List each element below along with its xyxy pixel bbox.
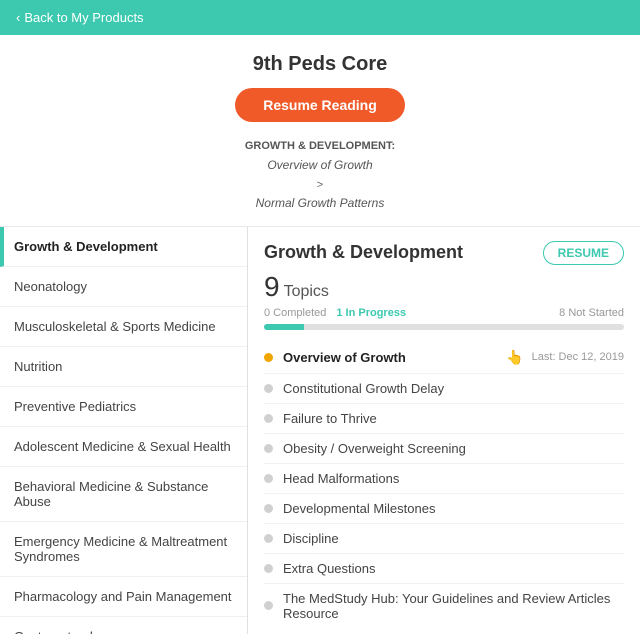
topic-name: Developmental Milestones [283,501,624,516]
completed-label: 0 Completed [264,307,326,319]
resume-small-button[interactable]: RESUME [543,241,624,265]
header-section: 9th Peds Core Resume Reading GROWTH & DE… [0,35,640,227]
main-content: Growth & Development Neonatology Musculo… [0,227,640,634]
progress-bar [264,324,624,330]
reading-italic: Overview of Growth [267,158,372,172]
panel-header: Growth & Development RESUME [264,241,624,265]
topic-item-developmental[interactable]: Developmental Milestones [264,494,624,524]
back-to-products-link[interactable]: ‹ Back to My Products [16,10,144,25]
reading-normal: Normal Growth Patterns [256,196,385,210]
sidebar-item-label: Preventive Pediatrics [14,399,136,414]
sidebar-item-preventive[interactable]: Preventive Pediatrics [0,387,247,427]
notstarted-label: 8 Not Started [559,307,624,319]
topic-item-extra[interactable]: Extra Questions [264,554,624,584]
sidebar-item-label: Neonatology [14,279,87,294]
sidebar-item-adolescent[interactable]: Adolescent Medicine & Sexual Health [0,427,247,467]
sidebar-item-emergency[interactable]: Emergency Medicine & Maltreatment Syndro… [0,522,247,577]
topics-row: 9 Topics [264,271,624,303]
progress-inprogress [264,324,304,330]
topic-item-failure[interactable]: Failure to Thrive [264,404,624,434]
sidebar-item-label: Musculoskeletal & Sports Medicine [14,319,216,334]
sidebar-item-growth[interactable]: Growth & Development [0,227,247,267]
resume-reading-button[interactable]: Resume Reading [235,88,405,122]
back-chevron-icon: ‹ [16,10,20,25]
topic-name: Failure to Thrive [283,411,624,426]
sidebar-item-nutrition[interactable]: Nutrition [0,347,247,387]
topics-label: Topics [284,283,329,301]
sidebar-item-label: Behavioral Medicine & Substance Abuse [14,479,208,509]
topic-dot-inprogress [264,353,273,362]
reading-bold: GROWTH & DEVELOPMENT: [245,140,395,152]
topic-name: Constitutional Growth Delay [283,381,624,396]
sidebar-item-pharmacology[interactable]: Pharmacology and Pain Management [0,577,247,617]
sidebar-item-label: Pharmacology and Pain Management [14,589,232,604]
reading-info: GROWTH & DEVELOPMENT: Overview of Growth… [10,136,630,214]
topic-item-head[interactable]: Head Malformations [264,464,624,494]
sidebar-item-behavioral[interactable]: Behavioral Medicine & Substance Abuse [0,467,247,522]
back-label: Back to My Products [24,10,143,25]
topic-dot-notstarted [264,474,273,483]
topic-name: Discipline [283,531,624,546]
top-nav: ‹ Back to My Products [0,0,640,35]
topic-name: Extra Questions [283,561,624,576]
cursor-icon: 👆 [506,349,523,366]
topic-dot-notstarted [264,504,273,513]
topic-name: The MedStudy Hub: Your Guidelines and Re… [283,591,624,621]
topic-dot-notstarted [264,601,273,610]
inprogress-label: 1 In Progress [336,307,406,319]
topics-count: 9 [264,271,280,303]
topic-date: Last: Dec 12, 2019 [532,351,624,363]
sidebar-item-label: Adolescent Medicine & Sexual Health [14,439,231,454]
topic-item-constitutional[interactable]: Constitutional Growth Delay [264,374,624,404]
topic-item-discipline[interactable]: Discipline [264,524,624,554]
sidebar-item-neonatology[interactable]: Neonatology [0,267,247,307]
progress-labels: 0 Completed 1 In Progress 8 Not Started [264,307,624,319]
topic-dot-notstarted [264,564,273,573]
topic-dot-notstarted [264,444,273,453]
topic-name: Obesity / Overweight Screening [283,441,624,456]
topic-dot-notstarted [264,384,273,393]
topic-item-obesity[interactable]: Obesity / Overweight Screening [264,434,624,464]
sidebar-item-label: Growth & Development [14,239,158,254]
topic-item-medstudy[interactable]: The MedStudy Hub: Your Guidelines and Re… [264,584,624,628]
topic-name: Head Malformations [283,471,624,486]
topic-dot-notstarted [264,534,273,543]
topic-dot-notstarted [264,414,273,423]
sidebar-item-label: Nutrition [14,359,62,374]
sidebar-item-label: Gastroenterology [14,629,114,634]
topic-name: Overview of Growth [283,350,502,365]
panel-title: Growth & Development [264,242,463,263]
right-panel: Growth & Development RESUME 9 Topics 0 C… [248,227,640,634]
sidebar-item-musculoskeletal[interactable]: Musculoskeletal & Sports Medicine [0,307,247,347]
reading-arrow: > [317,179,323,191]
product-title: 9th Peds Core [10,53,630,76]
topic-item-overview[interactable]: Overview of Growth 👆 Last: Dec 12, 2019 [264,342,624,374]
sidebar: Growth & Development Neonatology Musculo… [0,227,248,634]
sidebar-item-label: Emergency Medicine & Maltreatment Syndro… [14,534,227,564]
sidebar-item-gastroenterology[interactable]: Gastroenterology [0,617,247,634]
